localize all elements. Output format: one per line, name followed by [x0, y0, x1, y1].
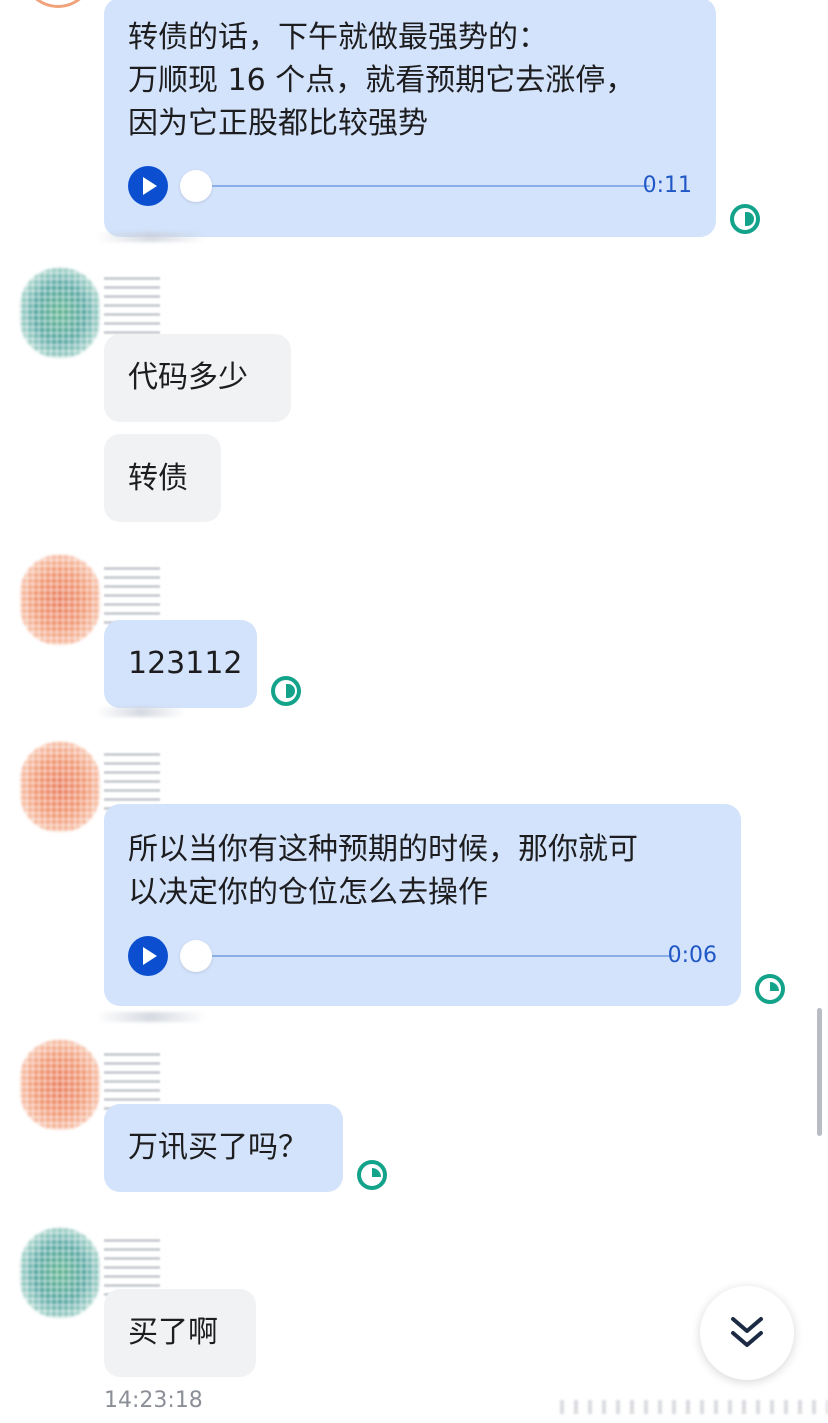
avatar[interactable] — [20, 1040, 100, 1130]
voice-progress-knob[interactable] — [180, 170, 212, 202]
avatar[interactable] — [20, 1228, 100, 1318]
avatar[interactable] — [20, 742, 100, 832]
blurred-watermark — [560, 1400, 828, 1414]
voice-transcript-line: 以决定你的仓位怎么去操作 — [128, 875, 488, 910]
sender-name — [104, 1048, 160, 1110]
read-status-icon — [271, 676, 301, 706]
message-bubble[interactable]: 买了啊 — [104, 1289, 256, 1377]
voice-transcript-line: 所以当你有这种预期的时候，那你就可 — [128, 832, 638, 867]
voice-message-bubble[interactable]: 转债的话，下午就做最强势的： 万顺现 16 个点，就看预期它去涨停， 因为它正股… — [104, 0, 716, 237]
voice-progress-knob[interactable] — [180, 940, 212, 972]
message-bubble[interactable]: 代码多少 — [104, 334, 291, 422]
avatar[interactable] — [20, 268, 100, 358]
play-icon[interactable] — [128, 936, 168, 976]
scrollbar[interactable] — [817, 1008, 822, 1136]
read-status-icon — [755, 974, 785, 1004]
message-text: 123112 — [128, 646, 243, 681]
voice-progress-track[interactable] — [212, 955, 674, 957]
message-bubble[interactable]: 万讯买了吗？ — [104, 1104, 343, 1192]
voice-transcript-line: 万顺现 16 个点，就看预期它去涨停， — [128, 63, 636, 98]
voice-player: 0:06 — [128, 936, 717, 976]
voice-transcript-line: 转债的话，下午就做最强势的： — [128, 20, 548, 55]
message-text: 代码多少 — [128, 360, 248, 395]
play-icon[interactable] — [128, 166, 168, 206]
avatar[interactable] — [22, 0, 94, 8]
scroll-to-bottom-button[interactable] — [700, 1286, 794, 1380]
sender-name — [104, 1234, 160, 1296]
read-status-icon — [730, 204, 760, 234]
sender-name — [104, 562, 160, 624]
message-bubble[interactable]: 转债 — [104, 434, 221, 522]
blurred-text — [96, 707, 186, 717]
message-text: 转债 — [128, 461, 188, 496]
blurred-text — [96, 232, 206, 242]
voice-progress-track[interactable] — [212, 185, 650, 187]
message-timestamp: 14:23:18 — [104, 1388, 203, 1413]
message-bubble[interactable]: 123112 — [104, 620, 257, 708]
double-chevron-down-icon — [731, 1317, 763, 1347]
message-text: 买了啊 — [128, 1315, 218, 1350]
voice-duration: 0:11 — [642, 173, 692, 198]
sender-name — [104, 272, 160, 334]
blurred-text — [96, 1012, 206, 1022]
voice-message-bubble[interactable]: 所以当你有这种预期的时候，那你就可 以决定你的仓位怎么去操作 0:06 — [104, 804, 741, 1006]
voice-player: 0:11 — [128, 166, 692, 206]
sender-name — [104, 748, 160, 810]
read-status-icon — [357, 1160, 387, 1190]
avatar[interactable] — [20, 555, 100, 645]
message-text: 万讯买了吗？ — [128, 1130, 308, 1165]
voice-transcript-line: 因为它正股都比较强势 — [128, 106, 428, 141]
voice-duration: 0:06 — [667, 943, 717, 968]
